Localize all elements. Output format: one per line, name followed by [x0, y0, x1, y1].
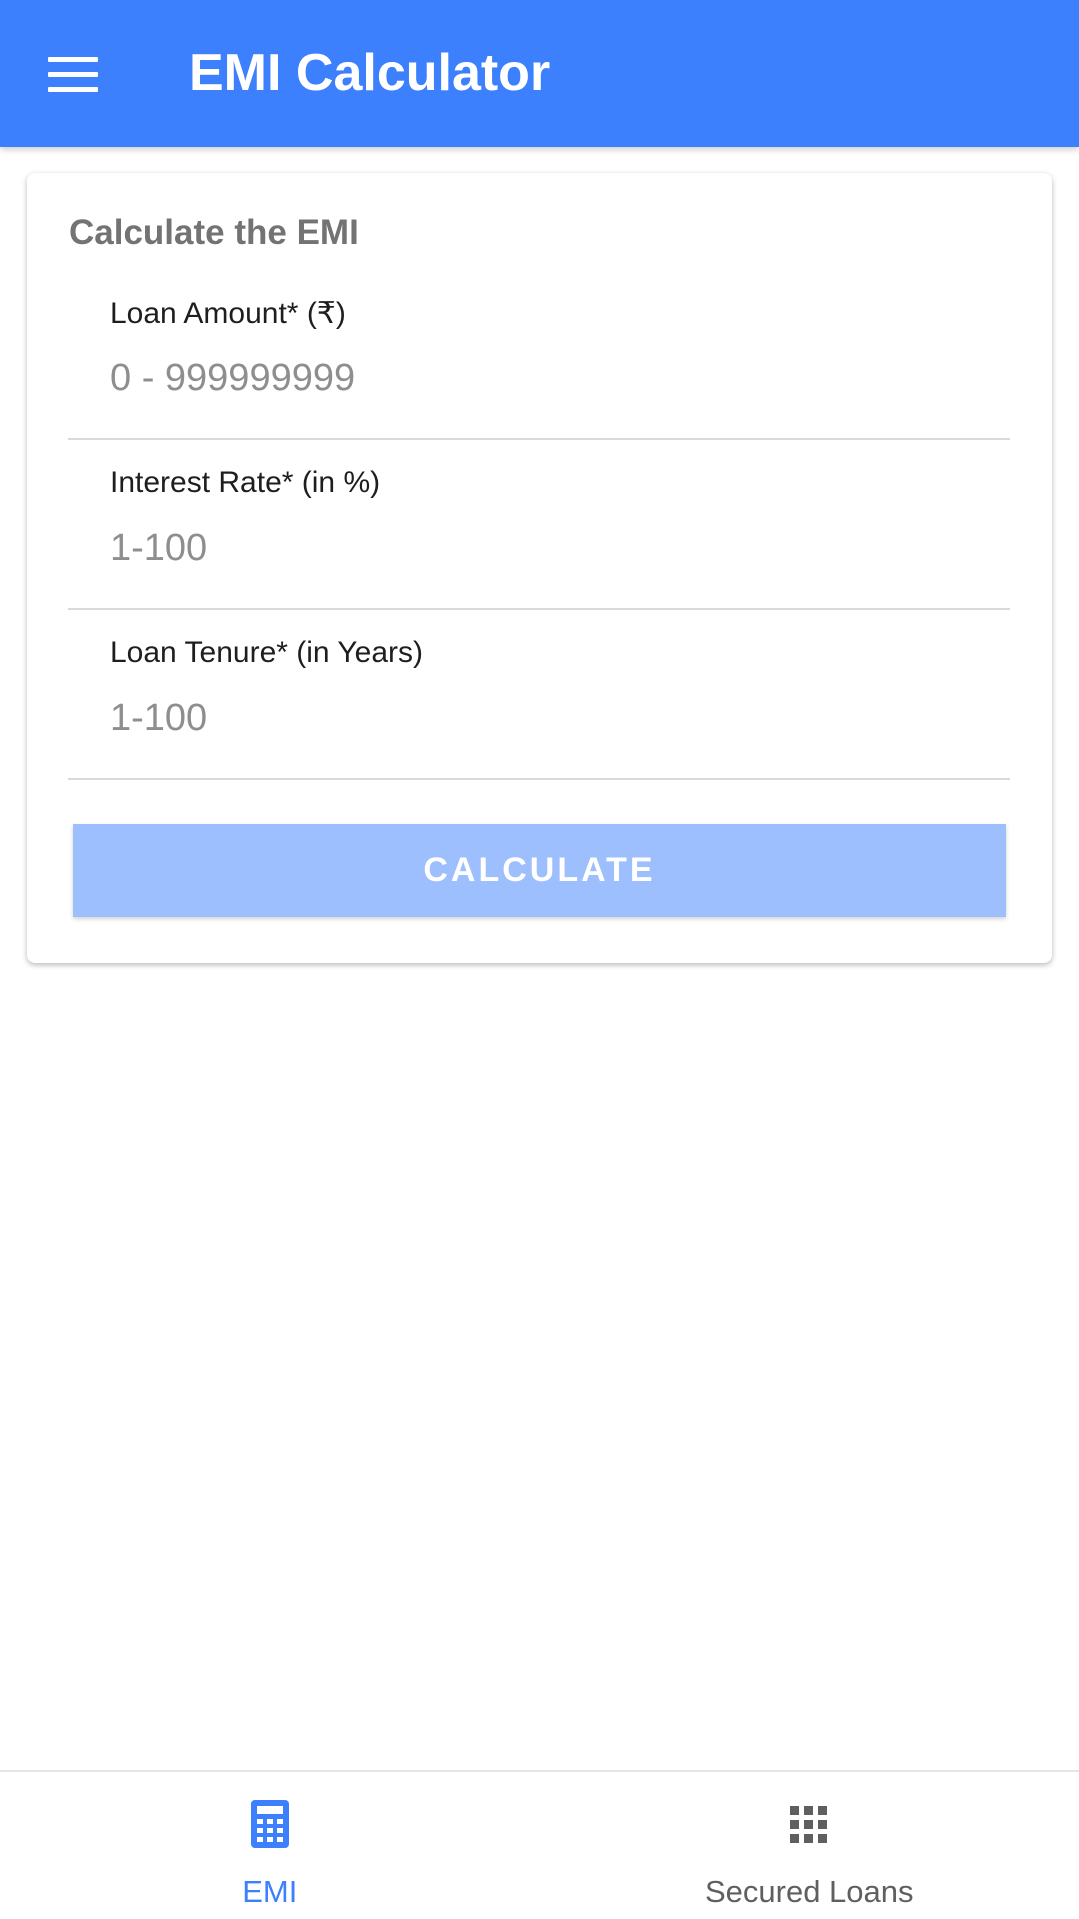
nav-label-secured-loans: Secured Loans	[704, 1874, 914, 1909]
loan-tenure-label: Loan Tenure* (in Years)	[110, 636, 424, 669]
loan-tenure-field: Loan Tenure* (in Years)	[68, 610, 1010, 780]
loan-amount-label: Loan Amount* (₹)	[110, 297, 346, 330]
emi-form-card: Calculate the EMI Loan Amount* (₹) Inter…	[27, 173, 1052, 963]
app-bar: EMI Calculator	[0, 0, 1079, 147]
interest-rate-label: Interest Rate* (in %)	[110, 466, 381, 499]
card-title: Calculate the EMI	[69, 213, 359, 252]
nav-item-secured-loans[interactable]: Secured Loans	[540, 1772, 1079, 1919]
calculate-button[interactable]: CALCULATE	[73, 824, 1006, 917]
calculator-icon	[250, 1800, 289, 1853]
nav-item-emi[interactable]: EMI	[0, 1772, 540, 1919]
menu-button[interactable]	[38, 44, 108, 104]
loan-amount-field: Loan Amount* (₹)	[68, 270, 1010, 440]
interest-rate-field: Interest Rate* (in %)	[68, 440, 1010, 610]
hamburger-menu-icon	[48, 56, 98, 62]
app-title: EMI Calculator	[189, 44, 551, 102]
grid-apps-icon	[790, 1806, 828, 1849]
bottom-navigation: EMI Secured Loans	[0, 1770, 1079, 1919]
nav-label-emi: EMI	[242, 1874, 298, 1909]
loan-amount-input[interactable]	[110, 350, 970, 406]
loan-tenure-input[interactable]	[110, 690, 970, 746]
interest-rate-input[interactable]	[110, 520, 970, 576]
